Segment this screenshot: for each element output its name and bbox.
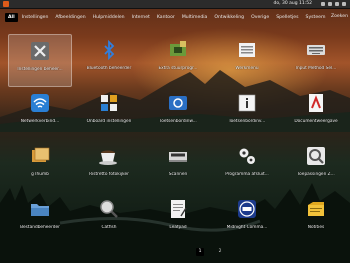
battery-tray-icon[interactable] [335, 2, 339, 6]
app-grid: Instellingen beheer... Bluetooth beheerde… [8, 34, 342, 246]
app-label: Documentweergave [294, 119, 338, 124]
app-label: Notities [307, 225, 325, 230]
app-tile[interactable]: Instellingen beheer... [8, 34, 72, 87]
menu-launcher-icon[interactable] [3, 1, 9, 7]
app-tile[interactable]: Ristretto fotokijker [77, 140, 141, 193]
app-label: Leafpad [169, 225, 187, 230]
notes-icon [305, 198, 327, 220]
app-label: Toetsenbordinw... [159, 119, 197, 124]
app-label: Ristretto fotokijker [89, 172, 129, 177]
app-label: Extra stuurprogr... [158, 66, 198, 71]
app-label: Toepassingen Z... [297, 172, 335, 177]
category-tabs: All Instellingen Afbeeldingen Hulpmiddelen I… [5, 11, 345, 23]
tab-kantoor[interactable]: Kantoor [154, 13, 178, 22]
tab-all[interactable]: All [5, 12, 18, 22]
top-panel: do, 30 aug 11:52 [0, 0, 350, 9]
tab-internet[interactable]: Internet [129, 13, 153, 22]
app-tile[interactable]: Bluetooth beheerder [77, 34, 141, 87]
onboard-keyboard-icon [98, 92, 120, 114]
magnifier-app-icon [305, 145, 327, 167]
page-2-button[interactable]: 2 [216, 248, 224, 256]
app-tile[interactable]: Werkmenu [215, 34, 279, 87]
tab-ontwikkeling[interactable]: Ontwikkeling [211, 13, 247, 22]
app-tile[interactable]: Documentweergave [284, 87, 348, 140]
search-magnifier-icon [98, 198, 120, 220]
app-tile[interactable]: gThumb [8, 140, 72, 193]
app-label: Catfish [101, 225, 117, 230]
app-label: Midnight Comma... [226, 225, 268, 230]
app-label: Onboard instellingen [86, 119, 132, 124]
info-icon [236, 92, 258, 114]
tab-overige[interactable]: Overige [248, 13, 272, 22]
system-tray [321, 0, 346, 8]
app-tile[interactable]: Catfish [77, 193, 141, 246]
app-tile[interactable]: Netwerkverbind... [8, 87, 72, 140]
app-label: Scannen [168, 172, 188, 177]
network-tray-icon[interactable] [321, 2, 325, 6]
app-label: gThumb [31, 172, 49, 177]
app-tile[interactable]: Toetsenbordinw... [146, 87, 210, 140]
volume-tray-icon[interactable] [328, 2, 332, 6]
text-editor-icon [167, 198, 189, 220]
app-tile[interactable]: Bestandbeheerder [8, 193, 72, 246]
tab-spelletjes[interactable]: Spelletjes [273, 13, 301, 22]
app-tile[interactable]: Programma afsluit... [215, 140, 279, 193]
coffee-cup-icon [98, 145, 120, 167]
app-label: Input Method Sel... [295, 66, 337, 71]
driver-chip-icon [167, 39, 189, 61]
app-label: Netwerkverbind... [20, 119, 60, 124]
bluetooth-icon [98, 39, 120, 61]
page-indicator: 12 [196, 248, 224, 256]
scanner-icon [167, 145, 189, 167]
app-label: Bluetooth beheerder [86, 66, 132, 71]
midnight-commander-icon [236, 198, 258, 220]
app-tile[interactable]: Input Method Sel... [284, 34, 348, 87]
tab-afbeeldingen[interactable]: Afbeeldingen [52, 13, 88, 22]
app-label: Werkmenu [235, 66, 259, 71]
app-tile[interactable]: Scannen [146, 140, 210, 193]
power-tray-icon[interactable] [342, 2, 346, 6]
pdf-viewer-icon [305, 92, 327, 114]
tab-instellingen[interactable]: Instellingen [19, 13, 52, 22]
app-tile[interactable]: Extra stuurprogr... [146, 34, 210, 87]
tab-multimedia[interactable]: Multimedia [179, 13, 211, 22]
gears-icon [236, 145, 258, 167]
image-viewer-icon [29, 145, 51, 167]
app-label: Instellingen beheer... [17, 67, 63, 72]
search-label[interactable]: Zoeken [323, 11, 348, 23]
panel-clock[interactable]: do, 30 aug 11:52 [274, 0, 313, 8]
app-tile[interactable]: Leafpad [146, 193, 210, 246]
keyboard-icon [305, 39, 327, 61]
app-tile[interactable]: Toetsenbordinv... [215, 87, 279, 140]
page-1-button[interactable]: 1 [196, 248, 204, 256]
menu-list-icon [236, 39, 258, 61]
keyboard-settings-icon [167, 92, 189, 114]
folder-icon [29, 198, 51, 220]
app-tile[interactable]: Toepassingen Z... [284, 140, 348, 193]
tools-icon [29, 40, 51, 62]
app-tile[interactable]: Midnight Comma... [215, 193, 279, 246]
wifi-icon [29, 92, 51, 114]
app-label: Bestandbeheerder [20, 225, 60, 230]
app-tile[interactable]: Notities [284, 193, 348, 246]
app-label: Programma afsluit... [225, 172, 269, 177]
app-tile[interactable]: Onboard instellingen [77, 87, 141, 140]
app-label: Toetsenbordinv... [228, 119, 266, 124]
tab-hulpmiddelen[interactable]: Hulpmiddelen [90, 13, 128, 22]
